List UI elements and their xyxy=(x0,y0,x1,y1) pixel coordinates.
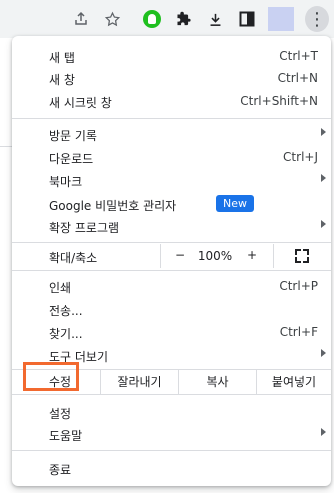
chrome-menu: 새 탭 Ctrl+T 새 창 Ctrl+N 새 시크릿 창 Ctrl+Shift… xyxy=(12,36,331,486)
submenu-arrow-icon xyxy=(321,349,326,357)
menu-item-label: 북마크 xyxy=(49,175,83,189)
menu-item-label: 전송... xyxy=(49,304,83,318)
share-icon[interactable] xyxy=(70,8,92,30)
zoom-label: 확대/축소 xyxy=(49,251,98,265)
menu-item-new-window[interactable]: 새 창 Ctrl+N xyxy=(12,66,331,90)
cut-button[interactable]: 잘라내기 xyxy=(101,370,178,394)
menu-item-password-manager[interactable]: Google 비밀번호 관리자 New xyxy=(12,192,331,216)
side-panel-icon[interactable] xyxy=(236,8,258,30)
menu-item-label: 새 창 xyxy=(49,73,75,87)
menu-item-label: 설정 xyxy=(49,407,72,421)
page-edge xyxy=(0,38,12,493)
menu-item-label: 다운로드 xyxy=(49,152,94,166)
profile-avatar[interactable] xyxy=(268,7,294,31)
fullscreen-icon[interactable] xyxy=(295,249,309,263)
submenu-arrow-icon xyxy=(321,128,326,136)
menu-separator xyxy=(12,118,331,119)
menu-separator xyxy=(12,242,331,243)
zoom-row: 확대/축소 − 100% + xyxy=(12,244,331,268)
shortcut-label: Ctrl+N xyxy=(277,71,318,85)
submenu-arrow-icon xyxy=(321,174,326,182)
paste-button[interactable]: 붙여넣기 xyxy=(257,370,331,394)
submenu-arrow-icon xyxy=(321,220,326,228)
menu-item-help[interactable]: 도움말 xyxy=(12,422,331,446)
menu-item-label: 방문 기록 xyxy=(49,129,97,143)
menu-item-label: 찾기... xyxy=(49,327,83,341)
zoom-in-button[interactable]: + xyxy=(244,248,260,262)
menu-item-label: 새 시크릿 창 xyxy=(49,96,112,110)
copy-button[interactable]: 복사 xyxy=(179,370,256,394)
settings-highlight-box xyxy=(23,362,79,391)
browser-toolbar: ⋮ xyxy=(0,0,334,38)
menu-item-new-incognito[interactable]: 새 시크릿 창 Ctrl+Shift+N xyxy=(12,89,331,113)
shortcut-label: Ctrl+F xyxy=(279,325,318,339)
submenu-arrow-icon xyxy=(321,428,326,436)
menu-separator xyxy=(12,450,331,451)
zoom-out-button[interactable]: − xyxy=(172,248,188,262)
more-menu-icon[interactable]: ⋮ xyxy=(305,6,329,32)
menu-item-downloads[interactable]: 다운로드 Ctrl+J xyxy=(12,145,331,169)
menu-item-history[interactable]: 방문 기록 xyxy=(12,122,331,146)
extensions-puzzle-icon[interactable] xyxy=(172,8,194,30)
menu-item-print[interactable]: 인쇄 Ctrl+P xyxy=(12,274,331,298)
shortcut-label: Ctrl+P xyxy=(279,279,318,293)
menu-separator xyxy=(12,270,331,271)
menu-item-settings[interactable]: 설정 xyxy=(12,400,331,424)
menu-separator xyxy=(12,394,331,395)
shortcut-label: Ctrl+T xyxy=(279,49,318,63)
zoom-level: 100% xyxy=(197,249,233,263)
menu-item-label: 새 탭 xyxy=(49,51,75,65)
download-icon[interactable] xyxy=(204,8,226,30)
menu-item-extensions[interactable]: 확장 프로그램 xyxy=(12,214,331,238)
bookmark-star-icon[interactable] xyxy=(101,8,123,30)
menu-item-cast[interactable]: 전송... xyxy=(12,297,331,321)
extension-green-icon[interactable] xyxy=(143,10,161,28)
shortcut-label: Ctrl+J xyxy=(283,150,318,164)
menu-item-new-tab[interactable]: 새 탭 Ctrl+T xyxy=(12,44,331,68)
menu-item-label: 종료 xyxy=(49,463,72,477)
menu-item-label: 인쇄 xyxy=(49,281,72,295)
menu-item-exit[interactable]: 종료 xyxy=(12,456,331,480)
new-badge: New xyxy=(216,195,254,212)
menu-item-find[interactable]: 찾기... Ctrl+F xyxy=(12,320,331,344)
shortcut-label: Ctrl+Shift+N xyxy=(240,94,318,108)
menu-item-label: 도움말 xyxy=(49,429,83,443)
menu-item-label: Google 비밀번호 관리자 xyxy=(49,199,177,213)
menu-item-bookmarks[interactable]: 북마크 xyxy=(12,168,331,192)
menu-item-label: 확장 프로그램 xyxy=(49,221,120,235)
